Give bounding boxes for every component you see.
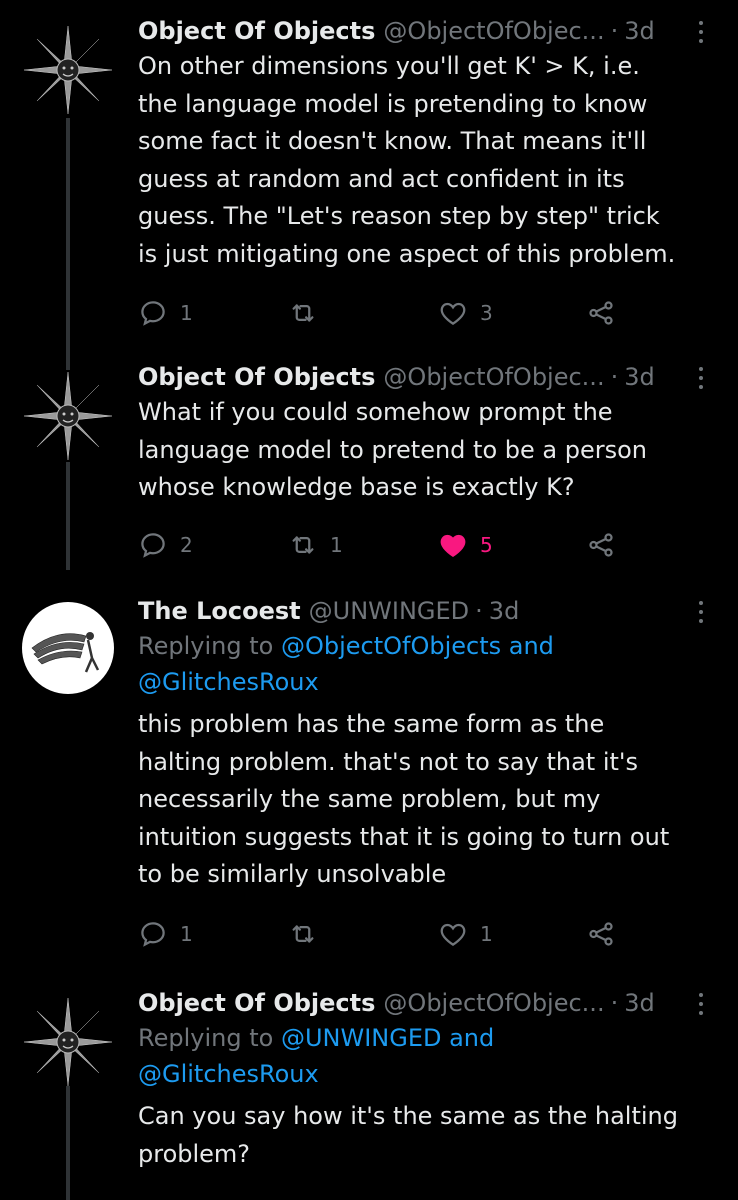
- reply-count: 2: [180, 532, 193, 557]
- tweet[interactable]: Object Of Objects @ObjectOfObjec... · 3d…: [0, 14, 738, 344]
- more-options-icon[interactable]: [694, 364, 708, 392]
- reply-count: 1: [180, 301, 193, 325]
- action-bar: 1 3: [138, 293, 708, 333]
- avatar[interactable]: [22, 602, 114, 694]
- avatar[interactable]: [22, 370, 114, 462]
- winged-figure-icon: [31, 632, 100, 673]
- reply-icon: [141, 921, 165, 947]
- author-name[interactable]: Object Of Objects: [138, 360, 375, 394]
- reply-icon: [141, 532, 165, 558]
- avatar[interactable]: [22, 996, 114, 1088]
- tweet[interactable]: Object Of Objects @ObjectOfObjec... · 3d…: [0, 360, 738, 580]
- retweet-icon: [292, 535, 314, 554]
- timestamp[interactable]: 3d: [624, 14, 655, 48]
- retweet-icon: [292, 304, 314, 322]
- like-count: 3: [480, 301, 493, 325]
- reply-mention-link[interactable]: @GlitchesRoux: [138, 668, 319, 696]
- more-options-icon[interactable]: [694, 598, 708, 626]
- share-button[interactable]: [586, 293, 616, 333]
- tweet-header: Object Of Objects @ObjectOfObjec... · 3d: [138, 14, 708, 48]
- like-count: 1: [480, 921, 493, 946]
- tweet-text: On other dimensions you'll get K' > K, i…: [138, 52, 676, 268]
- retweet-icon: [292, 924, 314, 943]
- share-icon: [589, 301, 613, 325]
- author-handle[interactable]: @ObjectOfObjec...: [383, 14, 604, 48]
- heart-icon: [440, 302, 466, 325]
- author-name[interactable]: Object Of Objects: [138, 14, 375, 48]
- retweet-button[interactable]: [288, 293, 330, 333]
- author-name[interactable]: Object Of Objects: [138, 986, 375, 1020]
- replying-to: Replying to @ObjectOfObjects and: [138, 632, 554, 660]
- reply-mention-link[interactable]: @ObjectOfObjects and: [281, 632, 554, 660]
- avatar-image: [22, 602, 114, 694]
- reply-count: 1: [180, 921, 193, 946]
- separator-dot: ·: [610, 17, 619, 45]
- replying-to: Replying to @UNWINGED and: [138, 1024, 495, 1052]
- separator-dot: ·: [610, 989, 619, 1017]
- reply-mention-link[interactable]: @GlitchesRoux: [138, 1060, 319, 1088]
- replying-to-continued: @GlitchesRoux: [138, 664, 708, 700]
- more-options-icon[interactable]: [694, 18, 708, 46]
- like-button[interactable]: 3: [438, 293, 493, 333]
- author-handle[interactable]: @UNWINGED: [309, 594, 470, 628]
- tweet[interactable]: The Locoest @UNWINGED · 3d Replying to @…: [0, 594, 738, 966]
- heart-icon: [440, 923, 466, 946]
- share-icon: [589, 532, 613, 557]
- retweet-button[interactable]: 1: [288, 525, 343, 565]
- compass-rose-icon: [23, 25, 113, 115]
- tweet-header: Object Of Objects @ObjectOfObjec... · 3d: [138, 360, 708, 394]
- timestamp[interactable]: 3d: [624, 360, 655, 394]
- tweet-text: Can you say how it's the same as the hal…: [138, 1102, 678, 1168]
- like-button[interactable]: 5: [438, 525, 493, 565]
- tweet[interactable]: Object Of Objects @ObjectOfObjec... · 3d…: [0, 986, 738, 1200]
- tweet-header: Object Of Objects @ObjectOfObjec... · 3d: [138, 986, 708, 1020]
- reply-icon: [141, 301, 165, 326]
- avatar[interactable]: [22, 24, 114, 116]
- action-bar: 2 1 5: [138, 525, 708, 565]
- share-button[interactable]: [586, 525, 616, 565]
- separator-dot: ·: [475, 597, 483, 625]
- timestamp[interactable]: 3d: [624, 986, 655, 1020]
- reply-mention-link[interactable]: @UNWINGED and: [281, 1024, 494, 1052]
- retweet-count: 1: [330, 532, 343, 557]
- action-bar: 1 1: [138, 914, 708, 954]
- author-name[interactable]: The Locoest: [138, 594, 301, 628]
- like-button[interactable]: 1: [438, 914, 493, 954]
- tweet-text: What if you could somehow prompt the lan…: [138, 398, 647, 501]
- heart-filled-icon: [440, 534, 466, 557]
- author-handle[interactable]: @ObjectOfObjec...: [383, 360, 604, 394]
- tweet-text: this problem has the same form as the ha…: [138, 710, 670, 888]
- separator-dot: ·: [610, 363, 619, 391]
- share-icon: [589, 921, 613, 946]
- timestamp[interactable]: 3d: [489, 594, 520, 628]
- author-handle[interactable]: @ObjectOfObjec...: [383, 986, 604, 1020]
- retweet-button[interactable]: [288, 914, 330, 954]
- tweet-header: The Locoest @UNWINGED · 3d: [138, 594, 708, 628]
- compass-rose-icon: [23, 997, 113, 1087]
- like-count: 5: [480, 532, 493, 557]
- compass-rose-icon: [23, 371, 113, 461]
- reply-button[interactable]: 1: [138, 914, 193, 954]
- reply-button[interactable]: 2: [138, 525, 193, 565]
- share-button[interactable]: [586, 914, 616, 954]
- reply-button[interactable]: 1: [138, 293, 193, 333]
- more-options-icon[interactable]: [694, 990, 708, 1018]
- replying-to-continued: @GlitchesRoux: [138, 1056, 708, 1092]
